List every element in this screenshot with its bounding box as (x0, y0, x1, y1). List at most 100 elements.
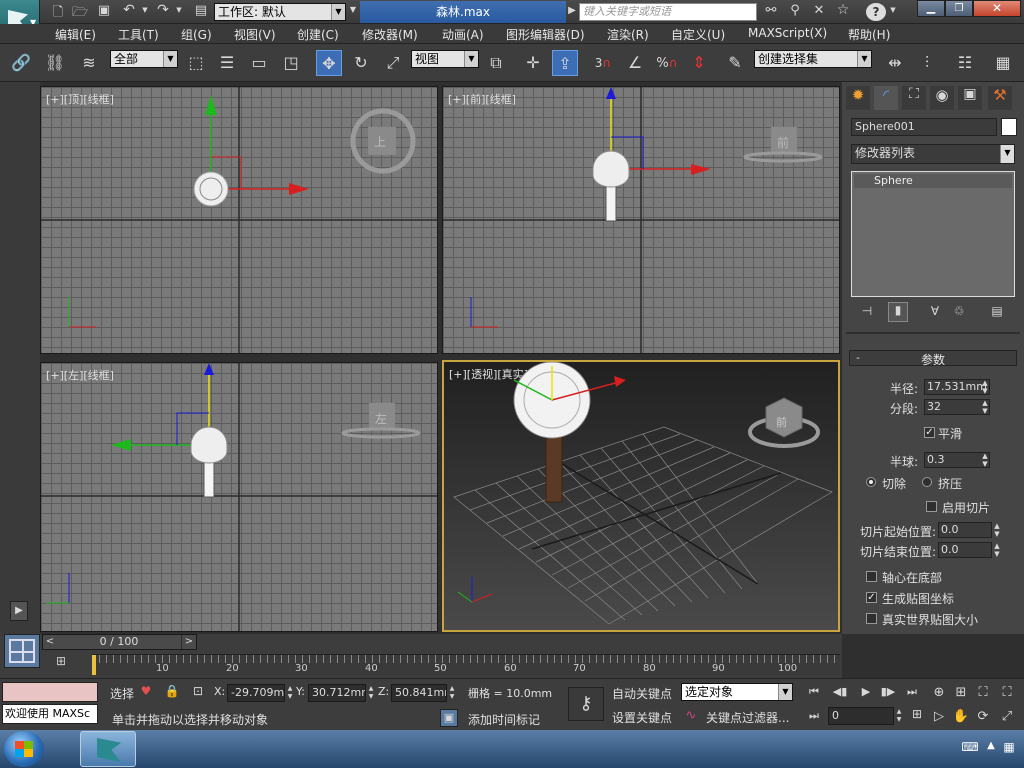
pin-stack-icon[interactable]: ⊣ (858, 304, 876, 318)
set-key-button[interactable]: 设置关键点 (612, 709, 672, 726)
gen-mapping-checkbox[interactable]: ✓ (866, 592, 877, 603)
keyboard-shortcut-override-icon[interactable]: ⇪ (552, 50, 578, 76)
workspace-dropdown[interactable]: 工作区: 默认 ▼ (214, 3, 346, 21)
play-icon[interactable]: ▶ (858, 685, 874, 698)
zoom-extents-icon[interactable]: ⛶ (974, 685, 992, 700)
binoculars-icon[interactable]: ⚯ (762, 3, 780, 18)
menu-graph-editors[interactable]: 图形编辑器(D) (506, 26, 585, 43)
remove-modifier-icon[interactable]: ♲ (950, 304, 968, 318)
orbit-icon[interactable]: ⟳ (974, 709, 992, 724)
goto-start-icon[interactable]: ⏮ (806, 685, 822, 699)
enable-slice-checkbox[interactable] (926, 501, 937, 512)
subscription-icon[interactable]: ⚲ (786, 3, 804, 18)
maximize-viewport-icon[interactable]: ⤢ (998, 709, 1016, 724)
zoom-all-icon[interactable]: ⊞ (952, 685, 970, 700)
maxscript-output[interactable]: 欢迎使用 MAXSc (2, 704, 98, 724)
hierarchy-tab-icon[interactable]: ⛶ (902, 86, 926, 110)
spinner-arrows-icon[interactable]: ▲ ▼ (366, 685, 376, 701)
viewport-front[interactable]: [+][前][线框] 前 (442, 86, 840, 354)
viewcube-left-face[interactable]: 左 (375, 410, 387, 427)
undo-dropdown-icon[interactable]: ▼ (140, 6, 150, 14)
select-manipulate-icon[interactable]: ✛ (520, 50, 546, 76)
goto-end-icon[interactable]: ⏭ (904, 685, 920, 699)
viewcube-persp-face[interactable]: 前 (776, 414, 787, 430)
real-world-checkbox[interactable] (866, 613, 877, 624)
select-move-icon[interactable]: ✥ (316, 50, 342, 76)
open-file-icon[interactable]: 🗁 (71, 3, 89, 25)
pivot-center-icon[interactable]: ⧉ (483, 50, 509, 76)
taskbar-3dsmax-button[interactable] (80, 731, 136, 767)
key-filters-button[interactable]: 关键点过滤器... (706, 709, 789, 726)
selection-filter-dropdown[interactable]: 全部 ▼ (110, 50, 178, 68)
viewcube-front-face[interactable]: 前 (777, 134, 789, 151)
menu-group[interactable]: 组(G) (181, 26, 212, 43)
next-frame-icon[interactable]: ▮▶ (880, 685, 896, 698)
smooth-checkbox[interactable]: ✓ (924, 427, 935, 438)
new-file-icon[interactable]: 🗋 (49, 3, 67, 25)
utilities-tab-icon[interactable]: ⚒ (988, 86, 1012, 110)
bind-space-warp-icon[interactable]: ≋ (76, 50, 102, 76)
pan-hand-icon[interactable]: ✋ (952, 709, 970, 724)
spinner-snap-icon[interactable]: ⇕ (686, 50, 712, 76)
select-scale-icon[interactable]: ⤢ (380, 50, 406, 76)
time-tag-icon[interactable]: ▣ (440, 709, 458, 727)
mirror-icon[interactable]: ⇹ (882, 50, 908, 76)
spinner-arrows-icon[interactable]: ▲ ▼ (285, 685, 295, 701)
select-by-name-icon[interactable]: ☰ (214, 50, 240, 76)
expand-panel-button[interactable]: ▶ (10, 601, 28, 621)
minimize-button[interactable]: ▁ (917, 0, 945, 17)
selection-lock-icon[interactable]: 🔒 (164, 684, 180, 698)
redo-icon[interactable]: ↷ (154, 2, 172, 18)
stack-item-sphere[interactable]: Sphere (854, 174, 1012, 188)
search-input[interactable]: 键入关键字或短语 (579, 3, 757, 21)
render-frame-icon[interactable]: ▦ (990, 50, 1016, 76)
select-rotate-icon[interactable]: ↻ (348, 50, 374, 76)
time-slider-prev[interactable]: < (43, 635, 57, 649)
z-coord-field[interactable]: 50.841mm (391, 684, 447, 702)
maxscript-listener-mini[interactable] (2, 682, 98, 702)
slice-to-spinner[interactable]: 0.0 (938, 542, 992, 558)
edit-named-selection-icon[interactable]: ✎ (722, 50, 748, 76)
save-icon[interactable]: ▣ (95, 3, 113, 18)
select-object-icon[interactable]: ⬚ (183, 50, 209, 76)
key-mode-icon[interactable]: ⏭ (806, 709, 822, 723)
chop-radio[interactable] (866, 477, 876, 487)
menu-create[interactable]: 创建(C) (297, 26, 339, 43)
viewport-left[interactable]: [+][左][线框] 左 (40, 362, 438, 632)
help-icon[interactable]: ? (866, 3, 886, 21)
fov-icon[interactable]: ▷ (930, 709, 948, 724)
spinner-arrows-icon[interactable]: ▲ ▼ (447, 685, 457, 701)
reference-coord-dropdown[interactable]: 视图 ▼ (411, 50, 479, 68)
menu-customize[interactable]: 自定义(U) (671, 26, 725, 43)
spinner-arrows-icon[interactable]: ▲ ▼ (980, 452, 990, 468)
time-config-icon[interactable]: ⊞ (908, 707, 926, 721)
rect-selection-icon[interactable]: ▭ (246, 50, 272, 76)
set-key-key-icon[interactable]: ⚷ (568, 687, 604, 721)
menu-maxscript[interactable]: MAXScript(X) (748, 26, 827, 40)
squash-radio[interactable] (922, 477, 932, 487)
base-to-pivot-checkbox[interactable] (866, 571, 877, 582)
undo-icon[interactable]: ↶ (120, 2, 138, 18)
viewport-layout-button[interactable] (4, 634, 40, 668)
configure-modifier-sets-icon[interactable]: ▤ (988, 304, 1006, 318)
tray-expand-icon[interactable]: ▲ (984, 740, 998, 751)
track-bar[interactable]: 10 20 30 40 50 60 70 80 90 100 (92, 654, 840, 676)
close-button[interactable]: ✕ (973, 0, 1021, 17)
auto-key-button[interactable]: 自动关键点 (612, 685, 672, 702)
absolute-mode-icon[interactable]: ⊡ (190, 684, 206, 698)
viewport-perspective[interactable]: [+][透视][真实] 前 (442, 360, 840, 632)
snaps-toggle-icon[interactable]: 3∩ (590, 50, 616, 76)
spinner-arrows-icon[interactable]: ▲ ▼ (980, 379, 990, 395)
time-slider-next[interactable]: > (182, 635, 196, 649)
layer-manager-icon[interactable]: ☷ (952, 50, 978, 76)
isolate-icon[interactable]: ♥ (138, 684, 154, 698)
maximize-button[interactable]: ❐ (945, 0, 973, 17)
y-coord-field[interactable]: 30.712mm (308, 684, 366, 702)
redo-dropdown-icon[interactable]: ▼ (174, 6, 184, 14)
spinner-arrows-icon[interactable]: ▲ ▼ (894, 708, 904, 724)
play-arrow-icon[interactable]: ▶ (567, 5, 577, 16)
menu-modifiers[interactable]: 修改器(M) (362, 26, 418, 43)
parameters-rollout-header[interactable]: - 参数 (849, 350, 1017, 367)
angle-snap-icon[interactable]: ∠ (622, 50, 648, 76)
prev-frame-icon[interactable]: ◀▮ (832, 685, 848, 698)
